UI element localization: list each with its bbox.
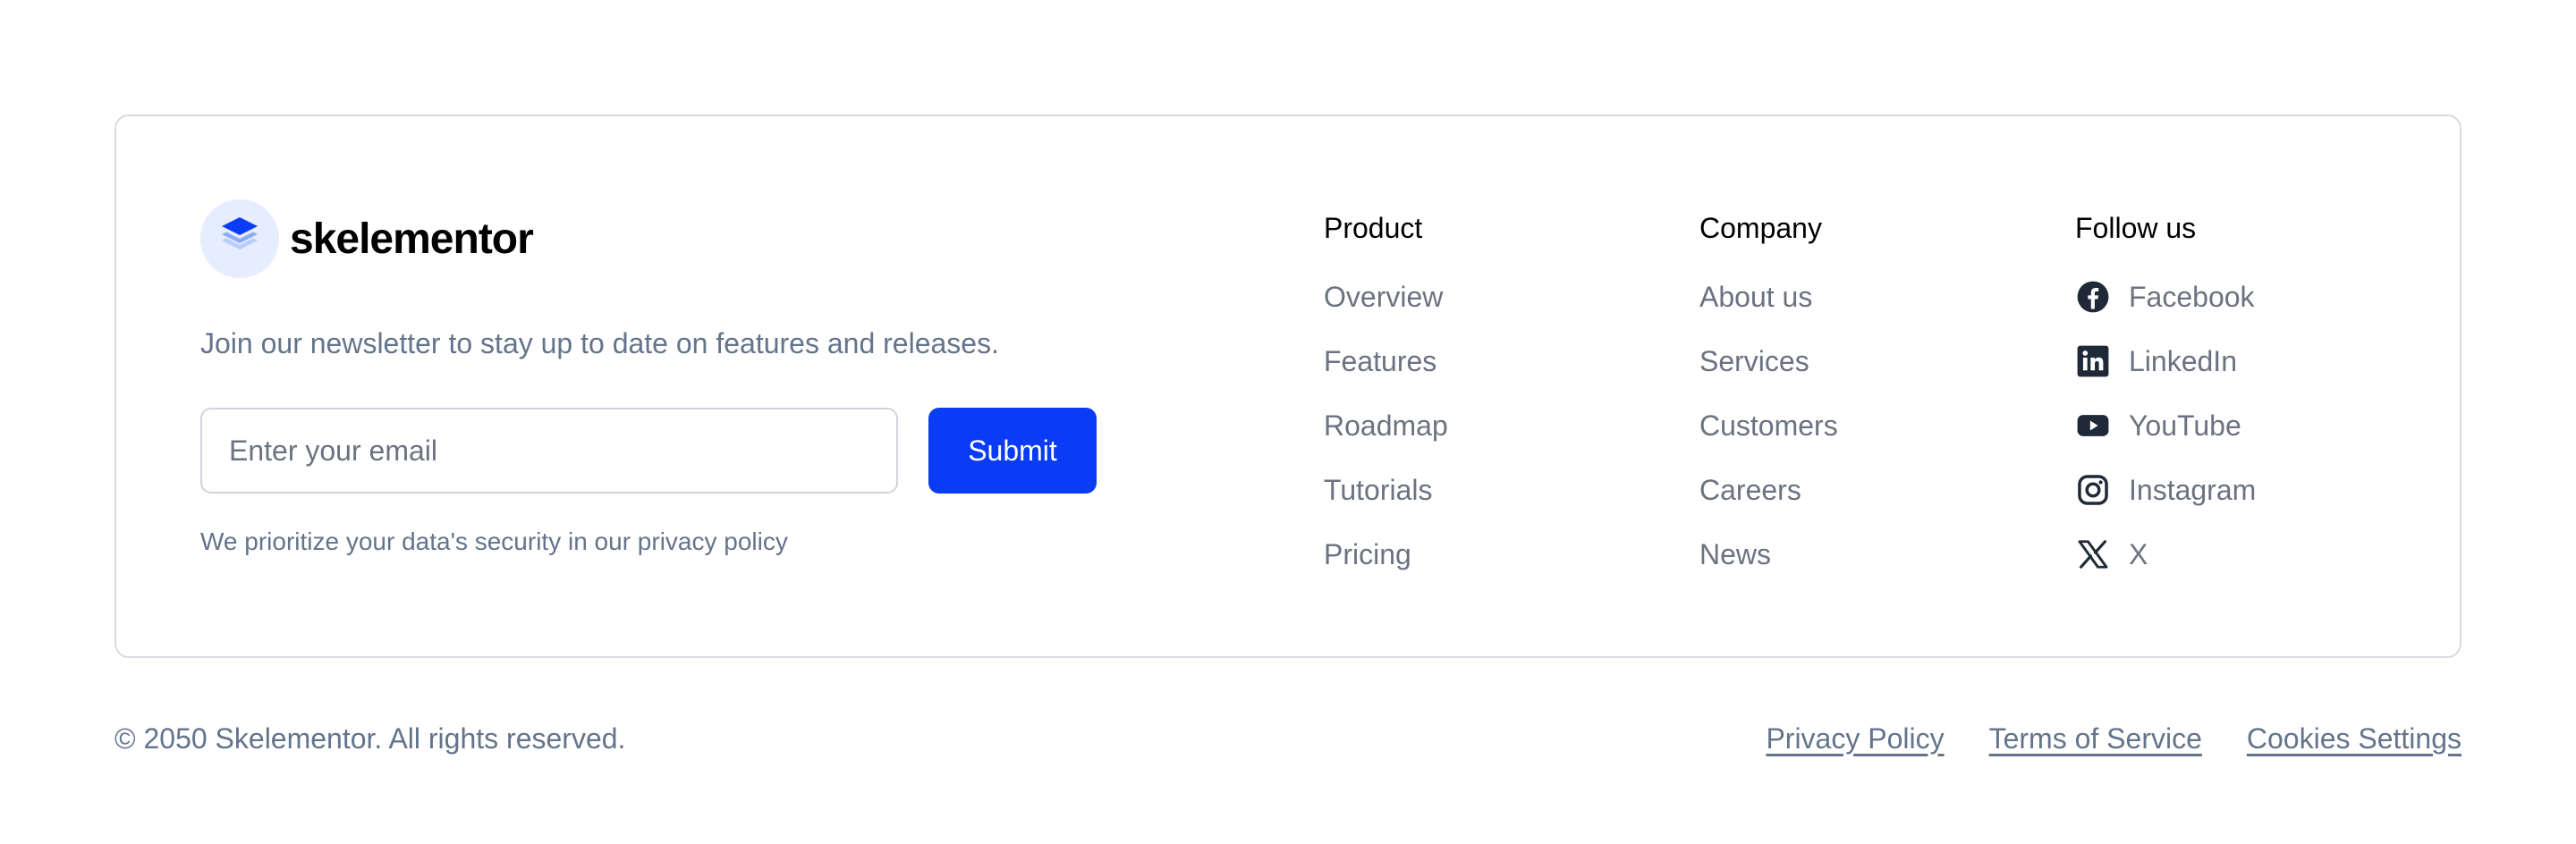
youtube-icon xyxy=(2075,408,2111,443)
footer-link-tutorials[interactable]: Tutorials xyxy=(1324,458,1448,522)
follow-column: Follow us Facebook LinkedIn YouTube Inst… xyxy=(2075,206,2256,587)
company-column-title: Company xyxy=(1699,212,1822,244)
copyright-text: © 2050 Skelementor. All rights reserved. xyxy=(114,722,626,755)
footer-bottom-bar: © 2050 Skelementor. All rights reserved.… xyxy=(114,710,2462,767)
x-icon xyxy=(2075,536,2111,572)
linkedin-icon xyxy=(2075,343,2111,379)
layers-icon xyxy=(200,199,279,278)
brand-name: skelementor xyxy=(290,215,534,263)
social-link-linkedin[interactable]: LinkedIn xyxy=(2075,329,2256,393)
email-input[interactable] xyxy=(200,408,898,494)
social-link-label: Facebook xyxy=(2129,280,2255,313)
social-link-label: YouTube xyxy=(2129,409,2241,442)
social-link-youtube[interactable]: YouTube xyxy=(2075,393,2256,458)
footer-card: skelementor Join our newsletter to stay … xyxy=(114,114,2462,658)
social-link-label: X xyxy=(2129,537,2148,570)
social-link-label: LinkedIn xyxy=(2129,344,2237,377)
newsletter-description: Join our newsletter to stay up to date o… xyxy=(200,327,999,359)
privacy-note: We prioritize your data's security in ou… xyxy=(200,528,788,555)
footer-link-features[interactable]: Features xyxy=(1324,329,1448,393)
social-link-instagram[interactable]: Instagram xyxy=(2075,458,2256,522)
legal-links: Privacy Policy Terms of Service Cookies … xyxy=(1766,722,2462,755)
product-column-title: Product xyxy=(1324,212,1423,244)
footer-page: skelementor Join our newsletter to stay … xyxy=(0,0,2576,844)
footer-link-pricing[interactable]: Pricing xyxy=(1324,522,1448,587)
instagram-icon xyxy=(2075,472,2111,508)
social-link-x[interactable]: X xyxy=(2075,522,2256,587)
product-column: Product Overview Features Roadmap Tutori… xyxy=(1324,206,1448,587)
social-link-facebook[interactable]: Facebook xyxy=(2075,265,2256,329)
facebook-icon xyxy=(2075,279,2111,315)
footer-link-about-us[interactable]: About us xyxy=(1699,265,1838,329)
footer-link-news[interactable]: News xyxy=(1699,522,1838,587)
cookies-settings-link[interactable]: Cookies Settings xyxy=(2247,722,2462,755)
privacy-policy-link[interactable]: Privacy Policy xyxy=(1766,722,1944,755)
footer-link-services[interactable]: Services xyxy=(1699,329,1838,393)
footer-link-overview[interactable]: Overview xyxy=(1324,265,1448,329)
follow-column-title: Follow us xyxy=(2075,212,2197,244)
social-link-label: Instagram xyxy=(2129,473,2257,506)
footer-link-roadmap[interactable]: Roadmap xyxy=(1324,393,1448,458)
submit-button[interactable]: Submit xyxy=(928,408,1097,494)
footer-link-careers[interactable]: Careers xyxy=(1699,458,1838,522)
company-column: Company About us Services Customers Care… xyxy=(1699,206,1838,587)
terms-of-service-link[interactable]: Terms of Service xyxy=(1989,722,2202,755)
footer-link-customers[interactable]: Customers xyxy=(1699,393,1838,458)
brand[interactable]: skelementor xyxy=(200,198,534,279)
